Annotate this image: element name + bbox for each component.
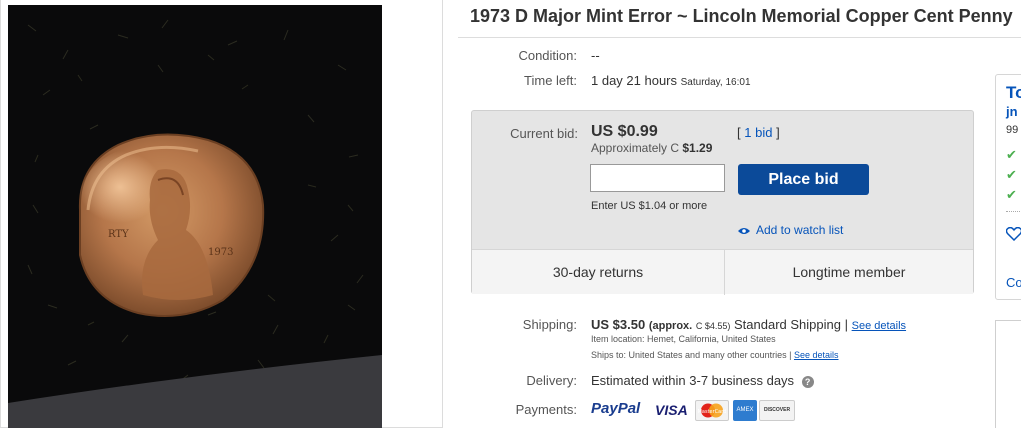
shipping-cost: US $3.50 xyxy=(591,317,646,332)
title-divider xyxy=(458,37,1021,38)
photo-panel: RTY 1973 xyxy=(0,0,443,428)
condition-label: Condition: xyxy=(518,48,577,63)
delivery-label: Delivery: xyxy=(526,373,577,388)
shipping-method: Standard Shipping | xyxy=(734,317,848,332)
time-left-end: Saturday, 16:01 xyxy=(680,77,751,88)
visa-logo: VISA xyxy=(655,402,688,418)
bid-count: [ 1 bid ] xyxy=(737,125,780,140)
shipping-cost-line: US $3.50 (approx. C $4.55) Standard Ship… xyxy=(591,317,906,332)
coin-image: RTY 1973 xyxy=(8,5,382,428)
amex-logo: AMEX xyxy=(733,400,757,421)
delivery-value: Estimated within 3-7 business days xyxy=(591,373,795,388)
mastercard-logo: MasterCard xyxy=(695,400,729,421)
bid-amount-input[interactable] xyxy=(590,164,725,192)
add-to-watch-list-link[interactable]: Add to watch list xyxy=(738,223,843,238)
eye-icon xyxy=(738,224,750,238)
time-left-duration: 1 day 21 hours xyxy=(591,73,678,88)
bid-count-link[interactable]: 1 bid xyxy=(744,125,772,140)
bid-count-open: [ xyxy=(737,125,741,140)
contact-seller-link[interactable]: Co xyxy=(1006,275,1021,290)
ships-to-see-details-link[interactable]: See details xyxy=(794,350,839,360)
time-left-value: 1 day 21 hours Saturday, 16:01 xyxy=(591,73,751,88)
converted-value: $1.29 xyxy=(682,141,713,155)
svg-text:MasterCard: MasterCard xyxy=(698,409,727,415)
check-icon: ✔ xyxy=(1006,167,1017,182)
bid-hint: Enter US $1.04 or more xyxy=(591,200,708,212)
seller-divider xyxy=(1006,211,1021,212)
help-icon[interactable]: ? xyxy=(801,376,814,388)
place-bid-button[interactable]: Place bid xyxy=(738,164,869,195)
item-location: Item location: Hemet, California, United… xyxy=(591,334,776,344)
coin-text-liberty: RTY xyxy=(108,229,129,240)
coin-text-year: 1973 xyxy=(208,247,233,258)
shipping-label: Shipping: xyxy=(522,317,577,332)
heart-icon[interactable] xyxy=(1005,226,1021,246)
shipping-approx-value: C $4.55) xyxy=(695,321,731,331)
bid-box: Current bid: US $0.99 Approximately C $1… xyxy=(471,110,974,295)
feature-bar: 30-day returns Longtime member xyxy=(472,249,973,295)
discover-logo: DISCOVER xyxy=(759,400,795,421)
seller-header: To xyxy=(1006,83,1021,102)
seller-score: 99 xyxy=(1006,124,1019,136)
converted-price: Approximately C $1.29 xyxy=(591,141,712,155)
condition-value: -- xyxy=(591,48,600,63)
ships-to-line: Ships to: United States and many other c… xyxy=(591,350,839,360)
seller-panel: To jn 99 ✔ ✔ ✔ Co xyxy=(995,74,1021,300)
paypal-logo: PayPal xyxy=(591,400,641,417)
check-icon: ✔ xyxy=(1006,187,1017,202)
ships-to: Ships to: United States and many other c… xyxy=(591,350,792,360)
converted-prefix: Approximately C xyxy=(591,141,680,155)
bid-count-close: ] xyxy=(776,125,780,140)
time-left-label: Time left: xyxy=(524,73,577,88)
shipping-see-details-link[interactable]: See details xyxy=(852,320,906,332)
delivery-value-line: Estimated within 3-7 business days ? xyxy=(591,373,814,388)
check-icon: ✔ xyxy=(1006,147,1017,162)
shipping-approx: (approx. xyxy=(648,320,693,332)
feature-returns: 30-day returns xyxy=(552,264,644,280)
current-bid-label: Current bid: xyxy=(510,126,578,141)
listing-page: RTY 1973 1973 D Major Mint Error ~ Linco… xyxy=(0,0,1021,428)
current-bid-price: US $0.99 xyxy=(591,123,658,140)
feature-longtime-member: Longtime member xyxy=(792,264,906,280)
listing-title: 1973 D Major Mint Error ~ Lincoln Memori… xyxy=(470,6,1013,26)
item-photo[interactable]: RTY 1973 xyxy=(8,5,382,428)
payments-label: Payments: xyxy=(515,402,577,417)
side-panel xyxy=(995,320,1021,428)
watch-label: Add to watch list xyxy=(756,223,844,237)
seller-name-link[interactable]: jn xyxy=(1006,104,1018,119)
